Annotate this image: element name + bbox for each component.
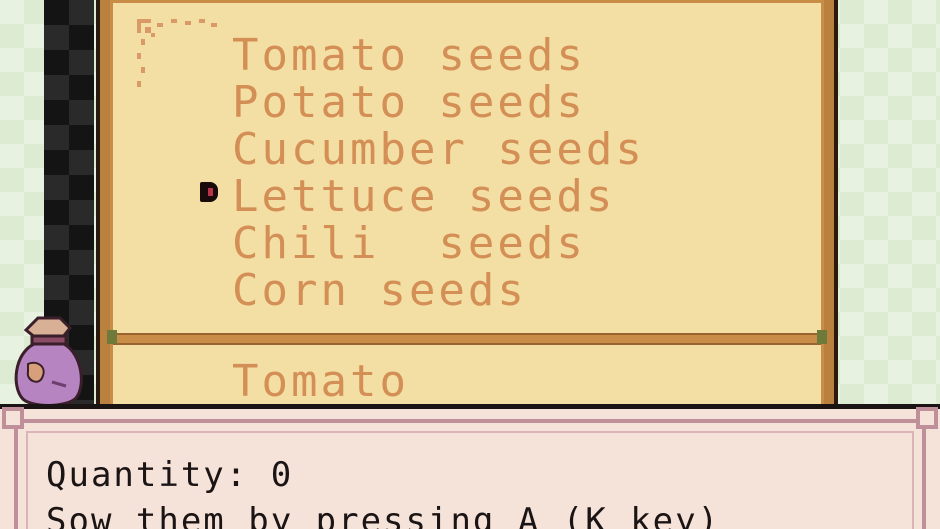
seed-item-lettuce[interactable]: Lettuce seeds <box>232 173 645 220</box>
divider-knob-right <box>817 330 827 344</box>
dialog-corner-right <box>916 407 938 429</box>
selected-seed-detail-name: Tomato <box>232 356 409 407</box>
corner-ornament-icon <box>137 19 217 87</box>
seed-item-corn[interactable]: Corn seeds <box>232 267 645 314</box>
dialog-corner-left <box>2 407 24 429</box>
seed-item-cucumber[interactable]: Cucumber seeds <box>232 126 645 173</box>
selection-arrow-icon <box>200 182 218 202</box>
seed-list: Tomato seeds Potato seeds Cucumber seeds… <box>232 32 645 314</box>
quantity-text: Quantity: 0 <box>46 455 294 495</box>
seed-item-potato[interactable]: Potato seeds <box>232 79 645 126</box>
seed-bag-icon <box>14 316 83 407</box>
sow-hint-text: Sow them by pressing A (K key) <box>46 501 721 529</box>
menu-divider <box>113 333 821 345</box>
seed-item-chili[interactable]: Chili seeds <box>232 220 645 267</box>
game-screen: Tomato seeds Potato seeds Cucumber seeds… <box>0 0 940 529</box>
seed-item-tomato[interactable]: Tomato seeds <box>232 32 645 79</box>
dialog-box: Quantity: 0 Sow them by pressing A (K ke… <box>0 404 940 529</box>
divider-knob-left <box>107 330 117 344</box>
